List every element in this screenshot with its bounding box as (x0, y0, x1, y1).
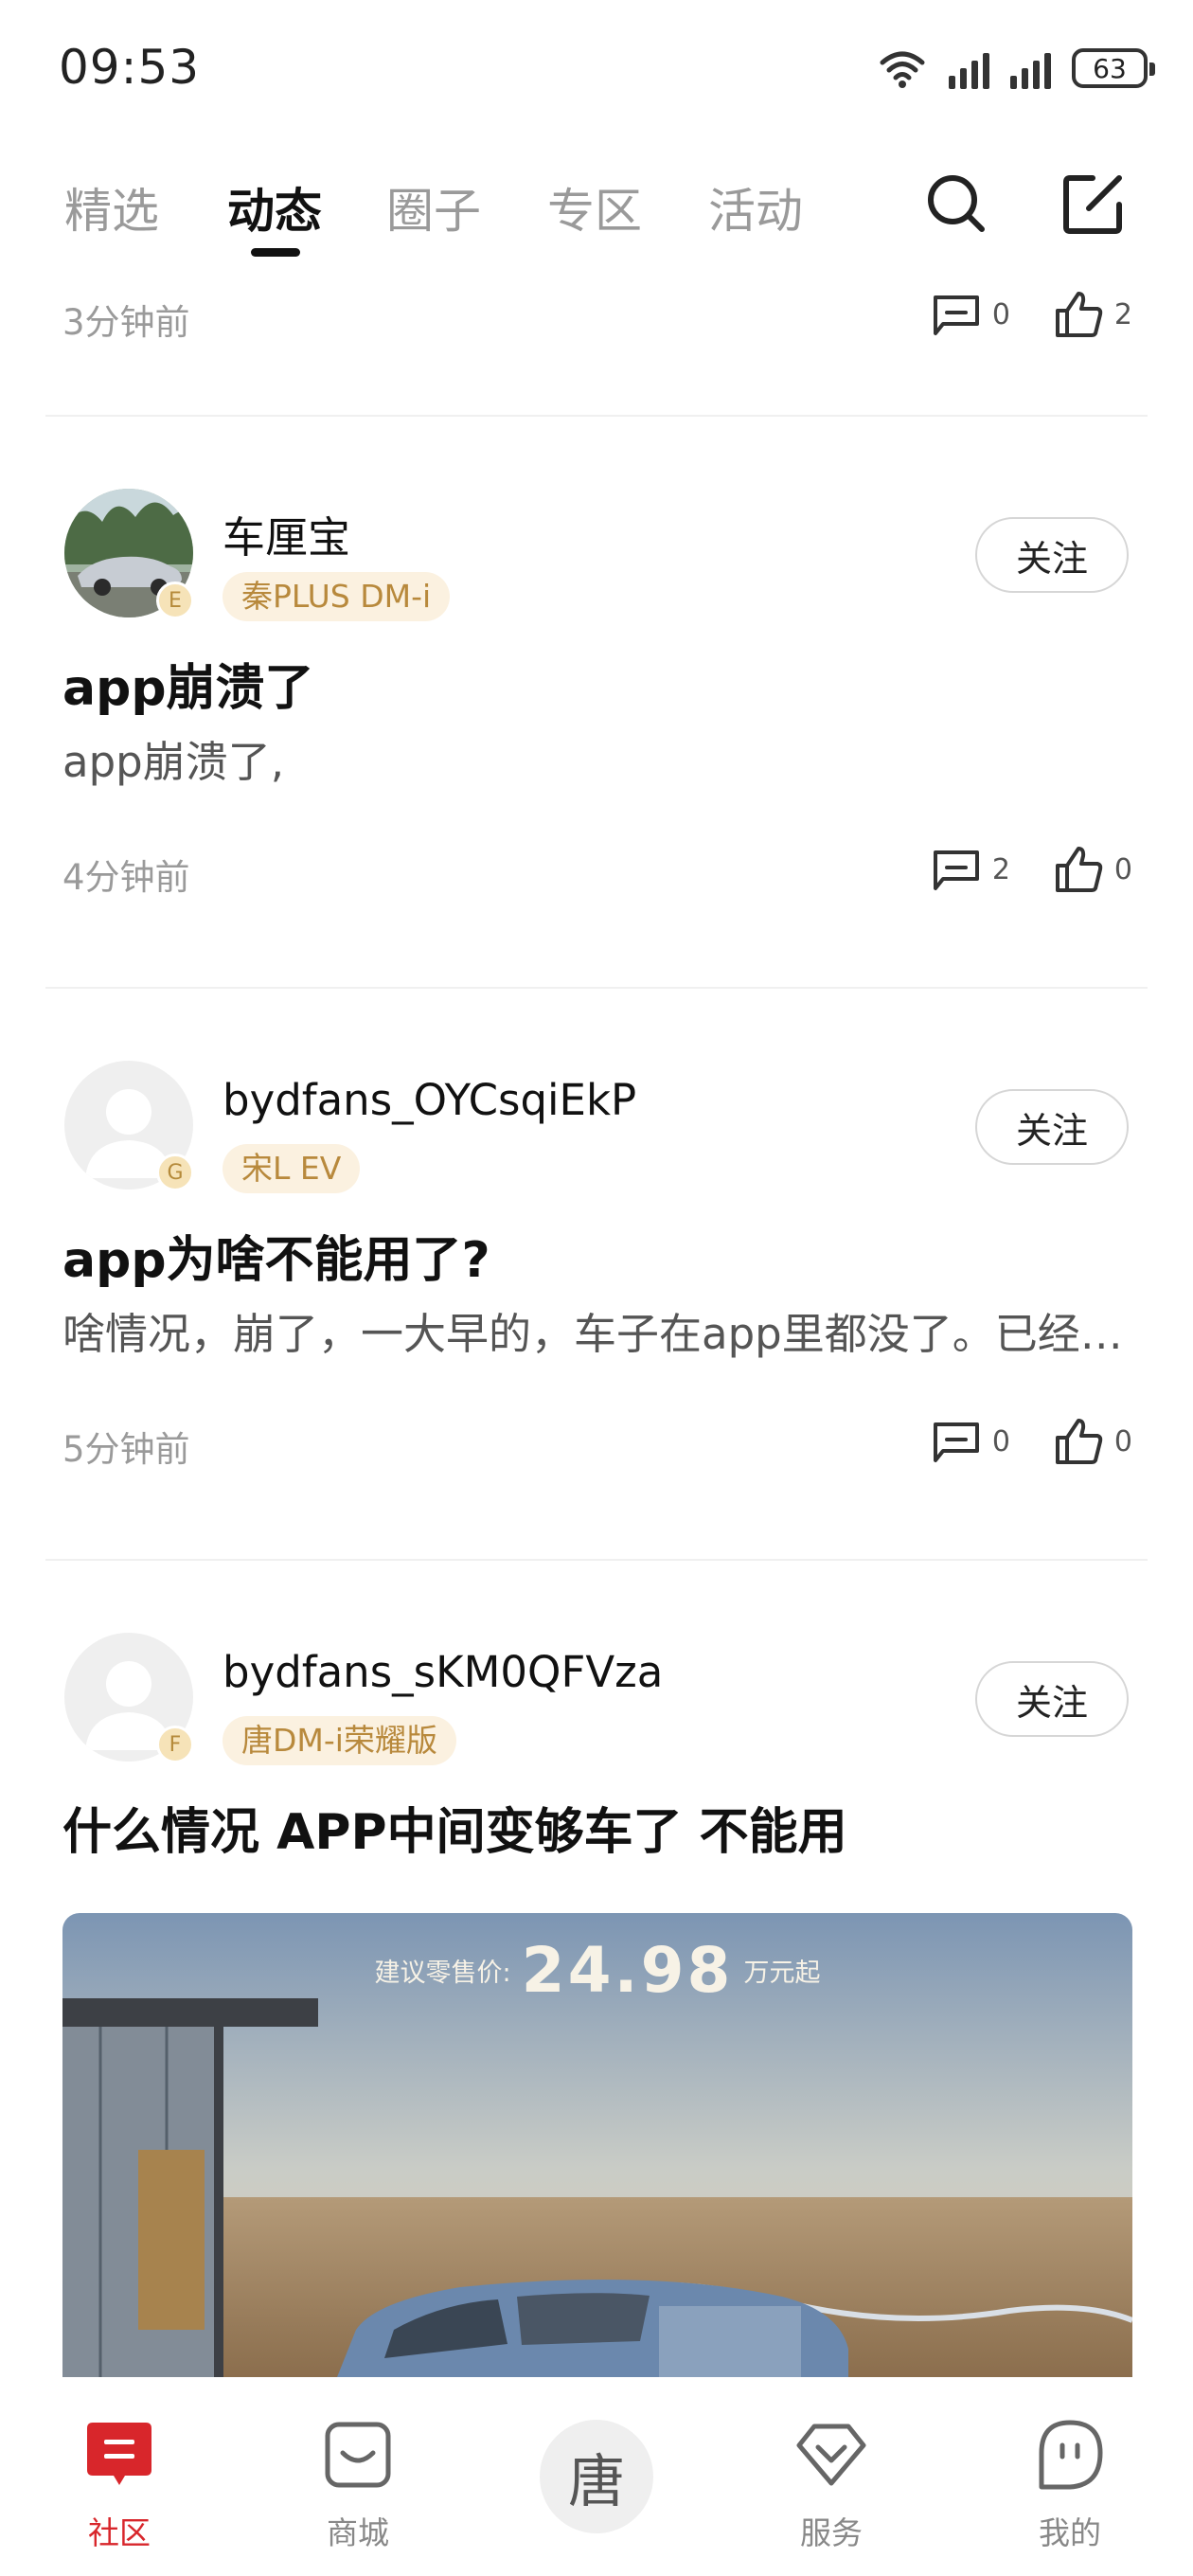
nav-community[interactable]: 社区 (53, 2417, 186, 2553)
status-time: 09:53 (59, 40, 201, 95)
username[interactable]: bydfans_OYCsqiEkP (223, 1075, 636, 1125)
active-tab-indicator (251, 248, 300, 257)
status-icons: 63 (877, 42, 1155, 95)
thumbs-up-icon (1055, 847, 1103, 892)
comment-button[interactable]: 2 (930, 847, 1010, 892)
tab-moments[interactable]: 动态 (227, 173, 322, 242)
like-button[interactable]: 2 (1052, 290, 1132, 339)
post-divider (45, 987, 1148, 989)
top-tab-bar: 精选 动态 圈子 专区 活动 (0, 156, 1193, 260)
nav-label: 社区 (88, 2514, 151, 2551)
tab-circles[interactable]: 圈子 (386, 173, 481, 242)
thumbs-up-icon (1055, 1419, 1103, 1464)
follow-button[interactable]: 关注 (975, 1089, 1129, 1165)
tab-featured[interactable]: 精选 (64, 173, 159, 242)
community-feed-page: 09:53 63 精选 动态 圈子 专区 活动 3分钟前 0 2 E 车厘宝 秦… (0, 0, 1193, 2576)
post-time: 4分钟前 (62, 857, 190, 898)
battery-level: 63 (1093, 52, 1127, 84)
comment-button[interactable]: 0 (930, 1419, 1010, 1464)
comment-button[interactable]: 0 (930, 292, 1010, 337)
profile-face-icon (1039, 2420, 1103, 2490)
battery-icon: 63 (1072, 48, 1155, 88)
like-count: 0 (1113, 852, 1132, 886)
post-time: 5分钟前 (62, 1429, 190, 1470)
comment-count: 2 (991, 852, 1010, 886)
status-bar: 09:53 63 (0, 0, 1193, 133)
car-model-tag[interactable]: 秦PLUS DM-i (223, 572, 451, 621)
tab-zones[interactable]: 专区 (547, 173, 642, 242)
price-overlay: 建议零售价: 24.98 万元起 (62, 1934, 1132, 2007)
like-button[interactable]: 0 (1052, 1417, 1132, 1466)
post-title[interactable]: app为啥不能用了? (62, 1220, 490, 1291)
post-time: 3分钟前 (62, 302, 190, 343)
center-car-button[interactable]: 唐 (540, 2420, 653, 2533)
post-meta: 5分钟前 0 0 (62, 1413, 1132, 1470)
cell-signal-icon (949, 47, 989, 89)
nav-label: 我的 (1039, 2514, 1101, 2551)
post-stats: 2 0 (930, 841, 1132, 898)
edit-icon[interactable] (1060, 170, 1127, 237)
like-button[interactable]: 0 (1052, 845, 1132, 894)
price-value: 24.98 (521, 1934, 734, 2007)
cell-signal-icon-2 (1010, 47, 1051, 89)
follow-button[interactable]: 关注 (975, 517, 1129, 593)
nav-service[interactable]: 服务 (765, 2417, 898, 2553)
nav-label: 商城 (327, 2514, 389, 2551)
previous-post-meta: 3分钟前 0 2 (62, 286, 1132, 343)
level-badge: E (156, 581, 194, 619)
post-image[interactable]: 建议零售价: 24.98 万元起 (62, 1913, 1132, 2377)
post-stats: 0 2 (930, 286, 1132, 343)
search-icon[interactable] (923, 170, 989, 237)
post-body[interactable]: 啥情况，崩了，一大早的，车子在app里都没了。已经连续好几天了，还是没有恢复正常… (62, 1299, 1132, 1361)
post-divider (45, 415, 1148, 417)
comment-icon (933, 1422, 979, 1462)
car-model-tag[interactable]: 唐DM-i荣耀版 (223, 1716, 456, 1765)
nav-mall[interactable]: 商城 (292, 2417, 424, 2553)
nav-label: 服务 (800, 2514, 863, 2551)
level-badge: G (156, 1154, 194, 1191)
comment-icon (933, 295, 979, 335)
username[interactable]: 车厘宝 (223, 503, 350, 564)
post-body[interactable]: app崩溃了, (62, 727, 1132, 789)
username[interactable]: bydfans_sKM0QFVza (223, 1647, 663, 1697)
post-divider (45, 1559, 1148, 1561)
post-stats: 0 0 (930, 1413, 1132, 1470)
comment-icon (933, 850, 979, 890)
post-title[interactable]: app崩溃了 (62, 648, 314, 719)
post-meta: 4分钟前 2 0 (62, 841, 1132, 898)
follow-button[interactable]: 关注 (975, 1661, 1129, 1737)
comment-count: 0 (991, 1424, 1010, 1458)
car-model-tag[interactable]: 宋L EV (223, 1144, 361, 1193)
community-icon (87, 2423, 151, 2485)
tab-events[interactable]: 活动 (708, 173, 803, 242)
like-count: 0 (1113, 1424, 1132, 1458)
bottom-navigation: 社区 商城 唐 服务 我的 (0, 2377, 1193, 2576)
price-label: 建议零售价: (374, 1959, 511, 1988)
price-unit: 万元起 (743, 1959, 821, 1988)
like-count: 2 (1113, 297, 1132, 331)
nav-profile[interactable]: 我的 (1004, 2417, 1136, 2553)
service-diamond-icon (796, 2424, 866, 2486)
wifi-icon (880, 51, 925, 88)
post-title[interactable]: 什么情况 APP中间变够车了 不能用 (62, 1792, 847, 1863)
comment-count: 0 (991, 297, 1010, 331)
mall-bag-icon (325, 2422, 391, 2488)
level-badge: F (156, 1726, 194, 1763)
thumbs-up-icon (1055, 292, 1103, 337)
